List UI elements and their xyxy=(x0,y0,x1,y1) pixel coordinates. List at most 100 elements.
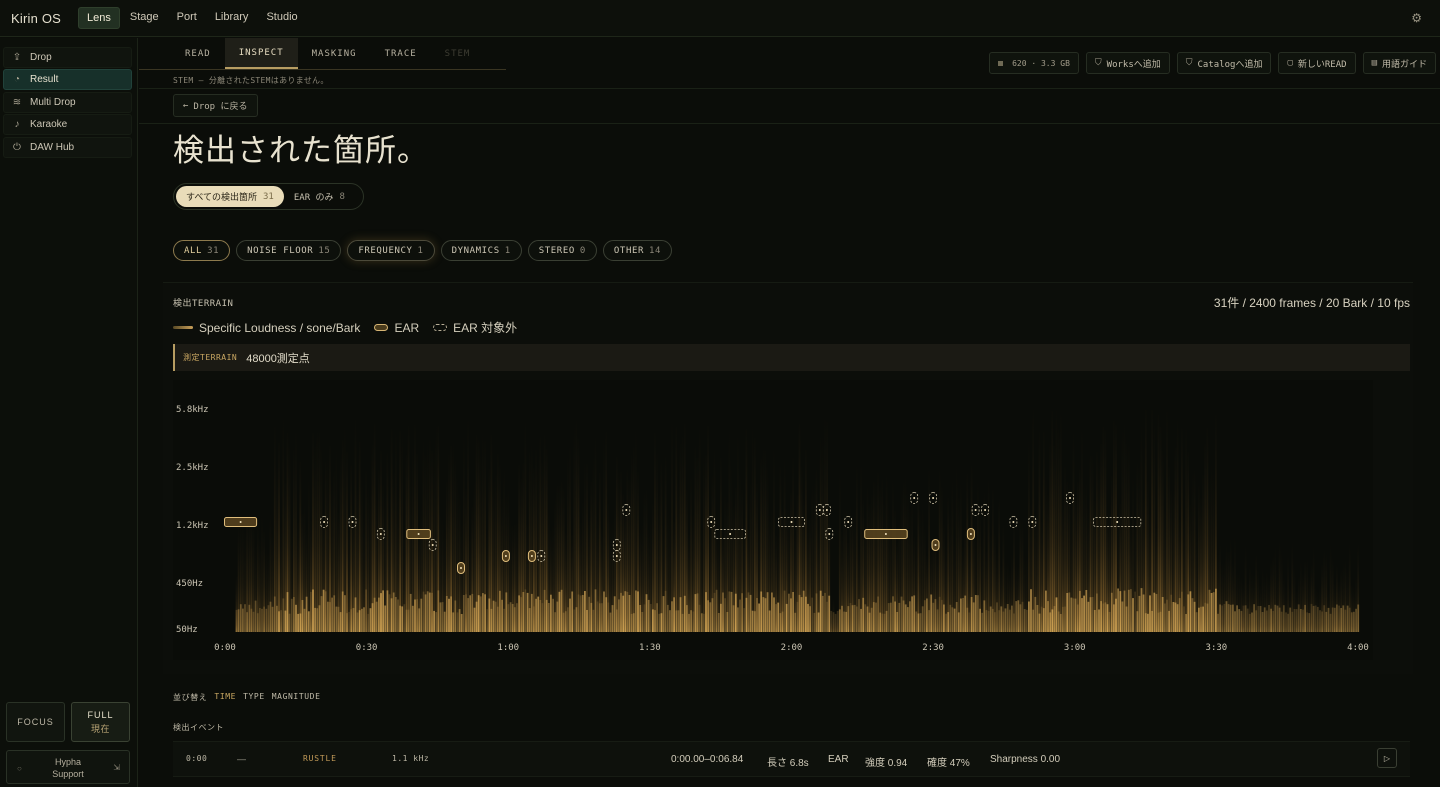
loudness-column xyxy=(630,455,633,632)
legend-label: EAR 対象外 xyxy=(453,321,518,335)
filter-other[interactable]: OTHER 14 xyxy=(602,240,673,261)
loudness-column xyxy=(307,477,310,632)
glossary-button[interactable]: ▤ 用語ガイド xyxy=(1362,52,1436,74)
loudness-base xyxy=(615,609,618,632)
loudness-base xyxy=(747,592,750,632)
loudness-base xyxy=(1232,604,1234,632)
filter-stereo[interactable]: STEREO 0 xyxy=(527,240,597,261)
loudness-base xyxy=(1091,597,1094,632)
play-icon[interactable]: ▷ xyxy=(1377,748,1397,768)
top-nav: Lens Stage Port Library Studio xyxy=(78,7,306,29)
nav-port[interactable]: Port xyxy=(169,7,205,29)
add-to-catalog-button[interactable]: ⛉ Catalogへ追加 xyxy=(1176,52,1272,74)
loudness-base xyxy=(683,595,686,632)
loudness-base xyxy=(301,600,304,632)
segment-all-detections[interactable]: すべての検出箇所 31 xyxy=(176,186,284,207)
sort-time[interactable]: TIME xyxy=(214,692,236,703)
sort-magnitude[interactable]: MAGNITUDE xyxy=(272,692,321,703)
loudness-base xyxy=(1183,606,1185,632)
loudness-base xyxy=(1083,595,1085,632)
tab-inspect[interactable]: INSPECT xyxy=(224,38,298,69)
loudness-column xyxy=(401,433,404,632)
loudness-base xyxy=(660,613,663,632)
loudness-base xyxy=(647,599,650,632)
loudness-base xyxy=(378,597,380,632)
filter-label: ALL xyxy=(184,245,203,256)
loudness-base xyxy=(611,605,614,632)
loudness-base xyxy=(624,591,627,632)
focus-mode-button[interactable]: FOCUS xyxy=(6,702,65,742)
loudness-base xyxy=(743,608,746,632)
sort-type[interactable]: TYPE xyxy=(243,692,265,703)
loudness-base xyxy=(989,606,992,632)
nav-library[interactable]: Library xyxy=(207,7,257,29)
legend-swatch xyxy=(173,326,193,329)
nav-studio[interactable]: Studio xyxy=(258,7,305,29)
loudness-base xyxy=(305,596,308,632)
loudness-base xyxy=(297,613,299,632)
loudness-base xyxy=(836,610,839,632)
loudness-base xyxy=(541,603,544,632)
loudness-base xyxy=(335,606,338,632)
loudness-base xyxy=(800,597,803,632)
loudness-base xyxy=(1340,608,1343,632)
loudness-base xyxy=(237,609,240,632)
loudness-base xyxy=(841,605,843,632)
brand-logo[interactable]: Kirin OS xyxy=(11,11,61,26)
loudness-base xyxy=(1314,605,1317,632)
segment-ear-only[interactable]: EAR のみ 8 xyxy=(284,186,355,207)
table-row[interactable]: 0:00 — RUSTLE 1.1 kHz 0:00.00–0:06.84 長さ… xyxy=(173,741,1410,777)
add-to-works-button[interactable]: ⛉ Worksへ追加 xyxy=(1085,52,1170,74)
sidebar-item-daw-hub[interactable]: ⏻ DAW Hub xyxy=(3,137,132,158)
tab-masking[interactable]: MASKING xyxy=(298,38,371,69)
y-tick-label: 5.8kHz xyxy=(176,405,209,415)
legend-item-ear: EAR xyxy=(374,321,419,335)
loudness-base xyxy=(462,595,465,632)
sidebar-item-multi-drop[interactable]: ≋ Multi Drop xyxy=(3,92,132,113)
loudness-base xyxy=(896,612,899,632)
loudness-base xyxy=(921,606,924,632)
marker-dot xyxy=(934,544,937,546)
tab-trace[interactable]: TRACE xyxy=(371,38,431,69)
nav-stage[interactable]: Stage xyxy=(122,7,167,29)
filter-all[interactable]: ALL 31 xyxy=(173,240,231,261)
back-to-drop-button[interactable]: ← Drop に戻る xyxy=(173,94,258,117)
loudness-base xyxy=(271,606,274,632)
loudness-base xyxy=(509,602,512,632)
sidebar-item-karaoke[interactable]: ♪ Karaoke xyxy=(3,114,132,135)
loudness-base xyxy=(1134,591,1136,632)
loudness-base xyxy=(1042,608,1045,632)
gear-icon[interactable]: ⚙ xyxy=(1411,11,1422,25)
hypha-support-button[interactable]: ○ Hypha Support ⇲ xyxy=(6,750,130,784)
sidebar-item-drop[interactable]: ⇪ Drop xyxy=(3,47,132,68)
loudness-base xyxy=(407,609,410,632)
loudness-base xyxy=(1353,611,1355,632)
event-intensity: 強度 0.94 xyxy=(865,758,908,769)
sidebar-item-result[interactable]: ◔ Result xyxy=(3,69,132,90)
loudness-base xyxy=(513,607,516,632)
loudness-column xyxy=(879,486,882,632)
loudness-base xyxy=(1028,601,1030,632)
loudness-base xyxy=(1251,612,1253,632)
loudness-base xyxy=(781,611,784,632)
loudness-base xyxy=(1113,604,1115,632)
loudness-base xyxy=(488,598,491,632)
nav-lens[interactable]: Lens xyxy=(78,7,120,29)
loudness-base xyxy=(696,593,699,632)
filter-count: 1 xyxy=(417,245,424,256)
new-read-button[interactable]: ▢ 新しいREAD xyxy=(1278,52,1356,74)
loudness-base xyxy=(363,607,365,632)
filter-dynamics[interactable]: DYNAMICS 1 xyxy=(440,240,522,261)
terrain-heatmap[interactable]: 5.8kHz 2.5kHz 1.2kHz 450Hz 50Hz 0:00 0:30 1:00 1… xyxy=(173,380,1373,660)
loudness-base xyxy=(947,612,950,632)
loudness-base xyxy=(821,595,824,632)
loudness-base xyxy=(998,610,1001,632)
filter-frequency[interactable]: FREQUENCY 1 xyxy=(347,240,435,261)
event-length: 長さ 6.8s xyxy=(767,758,809,769)
loudness-column xyxy=(1051,410,1054,632)
add-to-catalog-label: Catalogへ追加 xyxy=(1197,59,1263,70)
full-mode-button[interactable]: FULL 現在 xyxy=(71,702,130,742)
tab-read[interactable]: READ xyxy=(139,38,225,69)
filter-noise-floor[interactable]: NOISE FLOOR 15 xyxy=(236,240,342,261)
loudness-base xyxy=(1297,604,1300,632)
